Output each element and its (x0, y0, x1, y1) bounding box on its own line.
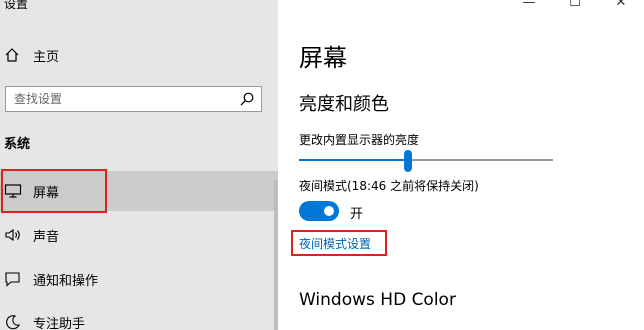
sidebar-item-notifications[interactable]: 通知和操作 (0, 259, 278, 299)
app-title: 设置 (4, 0, 29, 11)
monitor-icon (4, 184, 22, 198)
sidebar-item-label: 声音 (33, 230, 60, 245)
sidebar-item-label: 通知和操作 (33, 274, 99, 289)
sidebar: 设置 主页 系统 屏幕 声音 通知和操 (0, 0, 278, 330)
slider-thumb[interactable] (404, 150, 412, 172)
notification-icon (5, 272, 20, 287)
sidebar-item-label: 专注助手 (33, 317, 86, 330)
brightness-label: 更改内置显示器的亮度 (299, 133, 420, 147)
brightness-slider[interactable] (299, 150, 553, 172)
home-icon (5, 48, 19, 62)
minimize-button[interactable]: — (506, 0, 552, 12)
search-icon[interactable] (239, 91, 255, 107)
night-light-state: 开 (350, 207, 364, 222)
close-button[interactable]: ✕ (598, 0, 644, 12)
search-input[interactable] (6, 87, 226, 111)
toggle-knob (324, 206, 334, 216)
sidebar-item-sound[interactable]: 声音 (0, 215, 278, 255)
sidebar-item-label: 屏幕 (33, 186, 60, 201)
section-title-brightness: 亮度和颜色 (299, 94, 389, 115)
slider-fill (299, 159, 408, 161)
section-title-system: 系统 (4, 137, 31, 152)
sidebar-item-display[interactable]: 屏幕 (0, 169, 278, 213)
page-title: 屏幕 (299, 44, 347, 72)
sidebar-item-home-label: 主页 (33, 50, 60, 65)
speaker-icon (5, 228, 20, 242)
sidebar-item-focus-assist[interactable]: 专注助手 (0, 302, 278, 330)
sidebar-item-home[interactable]: 主页 (0, 42, 278, 68)
night-light-settings-link[interactable]: 夜间模式设置 (299, 235, 371, 252)
section-title-hd-color: Windows HD Color (299, 290, 456, 310)
search-box[interactable] (5, 86, 262, 112)
moon-icon (6, 315, 20, 330)
night-light-toggle[interactable] (299, 201, 339, 221)
night-light-label: 夜间模式(18:46 之前将保持关闭) (299, 179, 479, 193)
window-controls: — ☐ ✕ (506, 0, 644, 12)
maximize-button[interactable]: ☐ (552, 0, 598, 12)
main-content: — ☐ ✕ 屏幕 亮度和颜色 更改内置显示器的亮度 夜间模式(18:46 之前将… (278, 0, 644, 330)
